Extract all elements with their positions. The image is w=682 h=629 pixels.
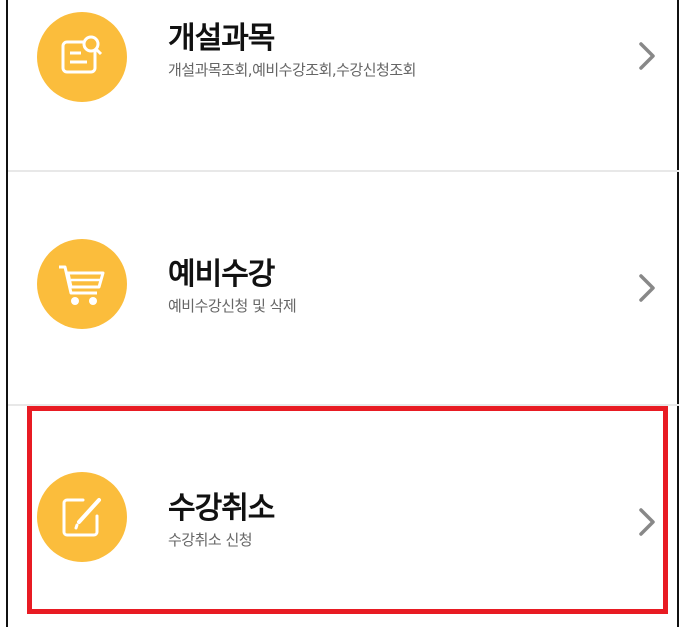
shopping-cart-icon bbox=[37, 239, 127, 329]
menu-item-subtitle: 예비수강신청 및 삭제 bbox=[168, 297, 297, 315]
menu-item-pre-registration[interactable]: 예비수강 예비수강신청 및 삭제 bbox=[8, 172, 679, 404]
menu-item-texts: 예비수강 예비수강신청 및 삭제 bbox=[168, 257, 297, 316]
menu-item-subtitle: 개설과목조회,예비수강조회,수강신청조회 bbox=[168, 61, 416, 79]
menu-item-title: 예비수강 bbox=[168, 257, 275, 292]
chevron-right-icon[interactable] bbox=[637, 40, 657, 76]
menu-item-title: 개설과목 bbox=[168, 21, 275, 56]
menu-item-course-list[interactable]: 개설과목 개설과목조회,예비수강조회,수강신청조회 bbox=[8, 0, 679, 170]
search-document-icon bbox=[37, 12, 127, 102]
menu-item-texts: 개설과목 개설과목조회,예비수강조회,수강신청조회 bbox=[168, 22, 416, 80]
chevron-right-icon[interactable] bbox=[637, 272, 657, 308]
highlight-box bbox=[27, 406, 668, 614]
